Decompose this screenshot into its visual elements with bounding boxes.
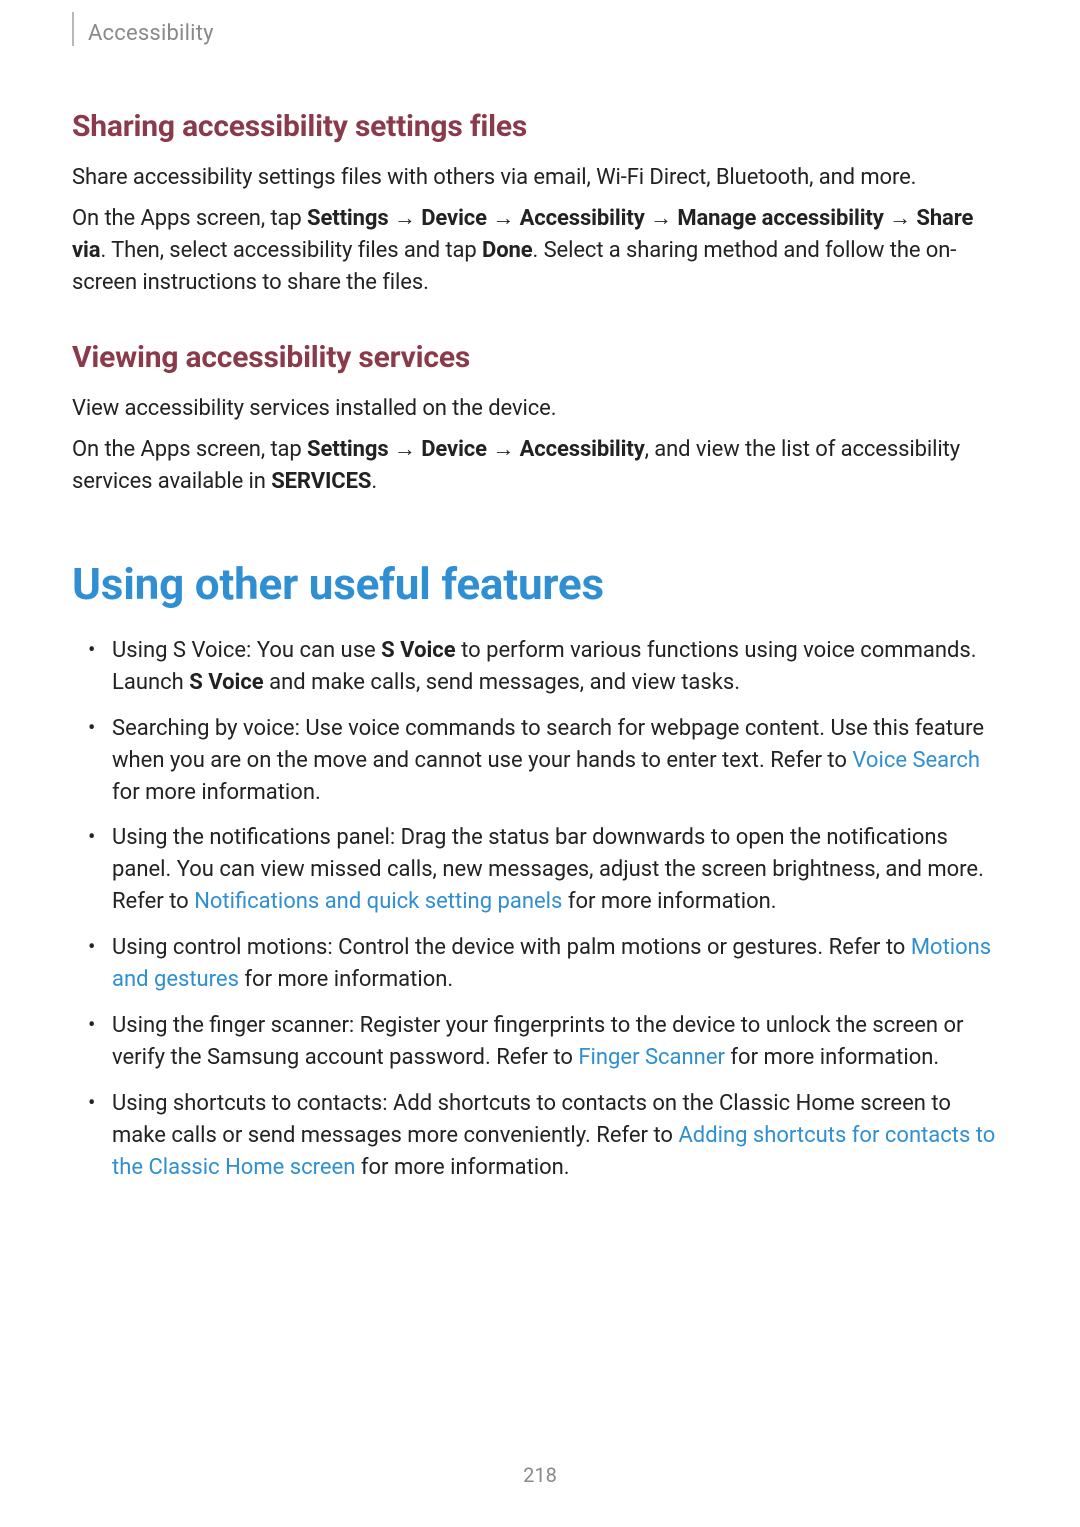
arrow-icon: → bbox=[884, 206, 917, 231]
ui-path-segment: Accessibility bbox=[520, 437, 645, 462]
feature-list: Using S Voice: You can use S Voice to pe… bbox=[72, 635, 1008, 1183]
arrow-icon: → bbox=[487, 437, 520, 462]
text: and make calls, send messages, and view … bbox=[264, 670, 740, 695]
list-item: Using the finger scanner: Register your … bbox=[72, 1010, 1008, 1074]
header-label: Accessibility bbox=[88, 21, 214, 46]
ui-path-segment: Done bbox=[482, 238, 533, 263]
list-item: Using S Voice: You can use S Voice to pe… bbox=[72, 635, 1008, 699]
feature-name: S Voice bbox=[189, 670, 263, 695]
text: Using control motions: Control the devic… bbox=[112, 935, 911, 960]
ui-path-segment: SERVICES bbox=[271, 469, 371, 494]
ui-path-segment: Manage accessibility bbox=[677, 206, 883, 231]
feature-name: S Voice bbox=[381, 638, 455, 663]
running-header: Accessibility bbox=[72, 0, 214, 48]
text: for more information. bbox=[355, 1155, 569, 1180]
arrow-icon: → bbox=[645, 206, 678, 231]
list-item: Using control motions: Control the devic… bbox=[72, 932, 1008, 996]
body-text: View accessibility services installed on… bbox=[72, 393, 1008, 425]
list-item: Using shortcuts to contacts: Add shortcu… bbox=[72, 1088, 1008, 1184]
ui-path-segment: Device bbox=[421, 206, 487, 231]
text: for more information. bbox=[725, 1045, 939, 1070]
text: On the Apps screen, tap bbox=[72, 206, 307, 231]
text: for more information. bbox=[239, 967, 453, 992]
ui-path-segment: Settings bbox=[307, 206, 389, 231]
cross-reference-link[interactable]: Finger Scanner bbox=[578, 1045, 725, 1070]
body-text: Share accessibility settings files with … bbox=[72, 162, 1008, 194]
text: On the Apps screen, tap bbox=[72, 437, 307, 462]
text: for more information. bbox=[112, 780, 321, 805]
page: Accessibility Sharing accessibility sett… bbox=[0, 0, 1080, 1527]
list-item: Searching by voice: Use voice commands t… bbox=[72, 713, 1008, 809]
arrow-icon: → bbox=[487, 206, 520, 231]
body-text: On the Apps screen, tap Settings → Devic… bbox=[72, 434, 1008, 498]
chapter-heading: Using other useful features bbox=[72, 558, 1008, 611]
arrow-icon: → bbox=[389, 206, 422, 231]
body-text: On the Apps screen, tap Settings → Devic… bbox=[72, 203, 1008, 299]
content-area: Sharing accessibility settings files Sha… bbox=[72, 108, 1008, 1197]
cross-reference-link[interactable]: Notifications and quick setting panels bbox=[194, 889, 562, 914]
text: . bbox=[371, 469, 377, 494]
list-item: Using the notifications panel: Drag the … bbox=[72, 822, 1008, 918]
text: for more information. bbox=[562, 889, 776, 914]
cross-reference-link[interactable]: Voice Search bbox=[852, 748, 980, 773]
header-divider bbox=[72, 12, 74, 46]
section-heading-viewing: Viewing accessibility services bbox=[72, 339, 1008, 377]
ui-path-segment: Settings bbox=[307, 437, 389, 462]
text: . Then, select accessibility files and t… bbox=[100, 238, 482, 263]
page-number: 218 bbox=[0, 1463, 1080, 1487]
ui-path-segment: Device bbox=[421, 437, 487, 462]
section-heading-sharing: Sharing accessibility settings files bbox=[72, 108, 1008, 146]
text: Using S Voice: You can use bbox=[112, 638, 381, 663]
ui-path-segment: Accessibility bbox=[520, 206, 645, 231]
arrow-icon: → bbox=[389, 437, 422, 462]
